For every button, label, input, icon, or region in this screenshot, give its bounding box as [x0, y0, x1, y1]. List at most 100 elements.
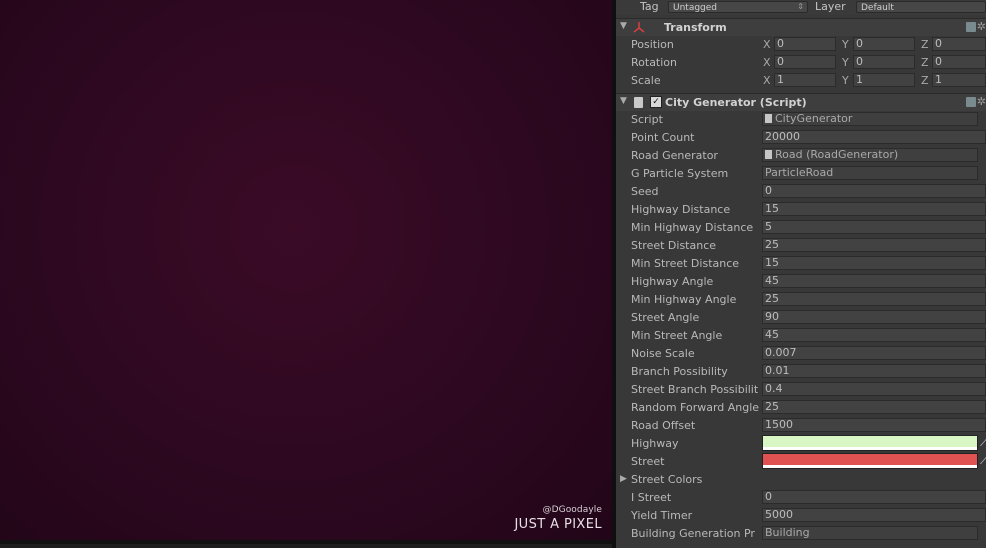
highway-distance-field[interactable]: 15 — [762, 202, 986, 216]
street-angle-field[interactable]: 90 — [762, 310, 986, 324]
branch-possibility-value: 0.01 — [765, 364, 790, 377]
street-distance-field[interactable]: 25 — [762, 238, 986, 252]
rotation-y-field[interactable]: 0 — [853, 55, 915, 69]
field-row-street-angle: Street Angle 90 — [616, 309, 986, 327]
rotation-z-field[interactable]: 0 — [932, 55, 986, 69]
field-row-point-count: Point Count 20000 — [616, 129, 986, 147]
building-generation-pr-label: Building Generation Pr — [631, 527, 755, 540]
gear-icon[interactable]: ✲ — [977, 20, 986, 33]
min-street-angle-field[interactable]: 45 — [762, 328, 986, 342]
road-generator-label: Road Generator — [631, 149, 718, 162]
axis-z-label: Z — [921, 56, 929, 69]
building-generation-pr-value: Building — [765, 526, 810, 539]
transform-position-row: Position X 0 Y 0 Z 0 — [616, 36, 986, 54]
min-highway-distance-field[interactable]: 5 — [762, 220, 986, 234]
street-branch-possibilit-field[interactable]: 0.4 — [762, 382, 986, 396]
help-book-icon[interactable] — [966, 97, 976, 107]
fold-arrow-icon[interactable]: ▼ — [620, 21, 627, 31]
script-field[interactable]: CityGenerator — [762, 112, 978, 126]
field-row-highway-angle: Highway Angle 45 — [616, 273, 986, 291]
fold-arrow-icon[interactable]: ▼ — [620, 96, 627, 106]
point-count-field[interactable]: 20000 — [762, 130, 986, 144]
position-y-field[interactable]: 0 — [853, 37, 915, 51]
field-row-noise-scale: Noise Scale 0.007 — [616, 345, 986, 363]
axis-x-label: X — [763, 56, 771, 69]
scene-view[interactable]: @DGoodayle JUST A PIXEL — [0, 0, 612, 544]
point-count-label: Point Count — [631, 131, 695, 144]
highway-distance-value: 15 — [765, 202, 779, 215]
color-row-street: Street ⟋ — [616, 453, 986, 471]
min-street-angle-value: 45 — [765, 328, 779, 341]
watermark: @DGoodayle JUST A PIXEL — [514, 505, 602, 532]
transform-header[interactable]: ▼ Transform ✲ — [616, 18, 986, 36]
noise-scale-label: Noise Scale — [631, 347, 695, 360]
tag-layer-row: Tag Untagged ⇕ Layer Default — [616, 0, 986, 15]
axis-y-label: Y — [842, 56, 849, 69]
gear-icon[interactable]: ✲ — [977, 95, 986, 108]
yield-timer-field[interactable]: 5000 — [762, 508, 986, 522]
position-x-field[interactable]: 0 — [774, 37, 836, 51]
scale-y-field[interactable]: 1 — [853, 73, 915, 87]
layer-dropdown[interactable]: Default — [856, 1, 986, 13]
axis-x-label: X — [763, 74, 771, 87]
watermark-handle: @DGoodayle — [542, 505, 602, 515]
random-forward-angle-label: Random Forward Angle — [631, 401, 760, 414]
scale-x-field[interactable]: 1 — [774, 73, 836, 87]
building-generation-pr-field[interactable]: Building — [762, 526, 978, 540]
street-distance-label: Street Distance — [631, 239, 717, 252]
min-highway-distance-label: Min Highway Distance — [631, 221, 754, 234]
axis-y-label: Y — [842, 74, 849, 87]
help-book-icon[interactable] — [966, 22, 976, 32]
field-row-min-street-distance: Min Street Distance 15 — [616, 255, 986, 273]
city-generator-title: City Generator (Script) — [665, 96, 807, 109]
road-offset-field[interactable]: 1500 — [762, 418, 986, 432]
min-highway-angle-field[interactable]: 25 — [762, 292, 986, 306]
field-row-building-generation-pr: Building Generation Pr Building — [616, 525, 986, 543]
script-asset-icon — [765, 150, 772, 159]
script-asset-icon — [765, 114, 772, 123]
position-z-field[interactable]: 0 — [932, 37, 986, 51]
scale-z-field[interactable]: 1 — [932, 73, 986, 87]
g-particle-system-field[interactable]: ParticleRoad — [762, 166, 978, 180]
field-row-min-street-angle: Min Street Angle 45 — [616, 327, 986, 345]
field-row-highway-distance: Highway Distance 15 — [616, 201, 986, 219]
field-row-script: Script CityGenerator — [616, 111, 986, 129]
foldout-arrow-icon[interactable]: ▶ — [620, 474, 627, 484]
highway-label: Highway — [631, 437, 679, 450]
random-forward-angle-value: 25 — [765, 400, 779, 413]
street-color-swatch[interactable] — [762, 453, 978, 469]
layer-label: Layer — [815, 0, 846, 13]
field-row-road-generator: Road Generator Road (RoadGenerator) — [616, 147, 986, 165]
script-value: CityGenerator — [775, 112, 853, 125]
axis-z-label: Z — [921, 38, 929, 51]
field-row-min-highway-distance: Min Highway Distance 5 — [616, 219, 986, 237]
city-generator-header[interactable]: ▼ ✓ City Generator (Script) ✲ — [616, 93, 986, 111]
road-generator-field[interactable]: Road (RoadGenerator) — [762, 148, 978, 162]
enabled-checkbox[interactable]: ✓ — [650, 96, 662, 108]
random-forward-angle-field[interactable]: 25 — [762, 400, 986, 414]
min-street-distance-value: 15 — [765, 256, 779, 269]
rotation-x-field[interactable]: 0 — [774, 55, 836, 69]
field-row-random-forward-angle: Random Forward Angle 25 — [616, 399, 986, 417]
street-branch-possibilit-value: 0.4 — [765, 382, 783, 395]
branch-possibility-field[interactable]: 0.01 — [762, 364, 986, 378]
highway-angle-field[interactable]: 45 — [762, 274, 986, 288]
g-particle-system-value: ParticleRoad — [765, 166, 834, 179]
min-street-distance-field[interactable]: 15 — [762, 256, 986, 270]
layer-value: Default — [861, 3, 894, 13]
street-colors-foldout[interactable]: ▶ Street Colors — [616, 471, 986, 489]
eyedropper-icon[interactable]: ⟋ — [980, 436, 986, 450]
min-highway-angle-label: Min Highway Angle — [631, 293, 737, 306]
i-street-label: I Street — [631, 491, 672, 504]
yield-timer-label: Yield Timer — [631, 509, 693, 522]
seed-field[interactable]: 0 — [762, 184, 986, 198]
seed-label: Seed — [631, 185, 659, 198]
transform-rotation-row: Rotation X 0 Y 0 Z 0 — [616, 54, 986, 72]
highway-color-swatch[interactable] — [762, 435, 978, 451]
noise-scale-field[interactable]: 0.007 — [762, 346, 986, 360]
street-distance-value: 25 — [765, 238, 779, 251]
tag-dropdown[interactable]: Untagged ⇕ — [668, 1, 808, 13]
eyedropper-icon[interactable]: ⟋ — [980, 454, 986, 468]
script-label: Script — [631, 113, 663, 126]
i-street-field[interactable]: 0 — [762, 490, 986, 504]
